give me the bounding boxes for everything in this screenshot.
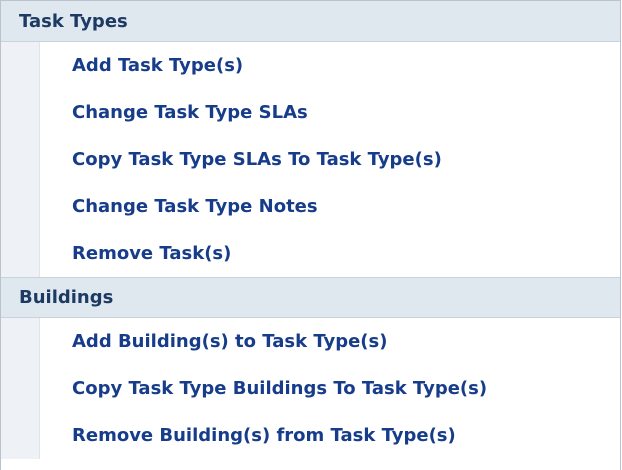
- task-types-list: Add Task Type(s) Change Task Type SLAs C…: [1, 42, 620, 277]
- copy-task-type-slas-link[interactable]: Copy Task Type SLAs To Task Type(s): [1, 136, 620, 183]
- add-task-type-link[interactable]: Add Task Type(s): [1, 42, 620, 89]
- remove-tasks-link[interactable]: Remove Task(s): [1, 230, 620, 277]
- change-task-type-slas-link[interactable]: Change Task Type SLAs: [1, 89, 620, 136]
- copy-task-type-buildings-link[interactable]: Copy Task Type Buildings To Task Type(s): [1, 365, 620, 412]
- remove-buildings-link[interactable]: Remove Building(s) from Task Type(s): [1, 412, 620, 459]
- section-title: Buildings: [19, 287, 114, 308]
- section-header-task-types: Task Types: [1, 1, 620, 42]
- section-title: Task Types: [19, 10, 128, 32]
- change-task-type-notes-link[interactable]: Change Task Type Notes: [1, 183, 620, 230]
- section-header-buildings: Buildings: [1, 277, 620, 318]
- buildings-list: Add Building(s) to Task Type(s) Copy Tas…: [1, 318, 620, 459]
- task-actions-panel: Task Types Add Task Type(s) Change Task …: [0, 0, 621, 470]
- add-buildings-link[interactable]: Add Building(s) to Task Type(s): [1, 318, 620, 365]
